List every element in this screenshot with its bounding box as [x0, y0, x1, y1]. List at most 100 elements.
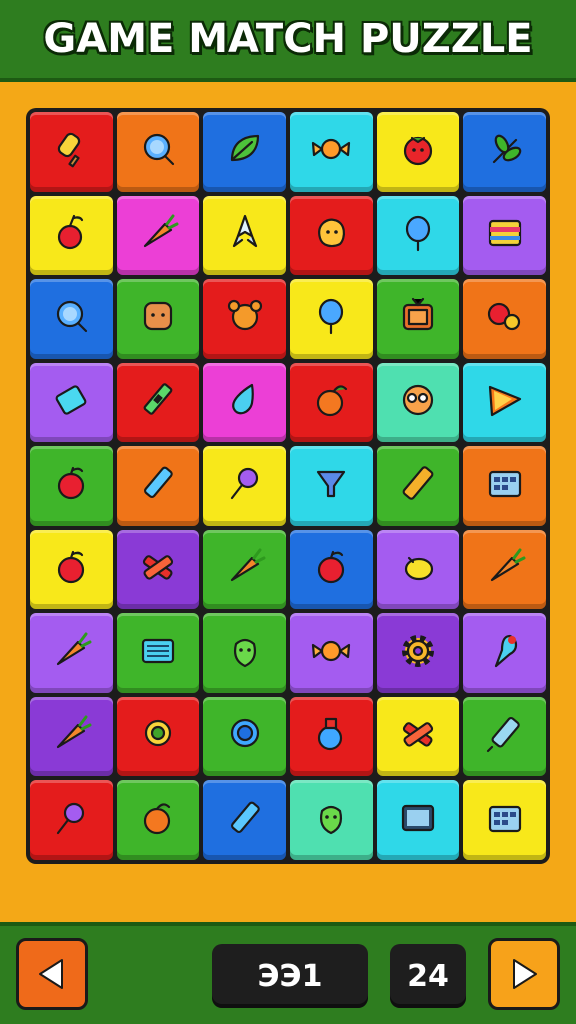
score-display: ЭЭ1 — [212, 944, 368, 1008]
tile-r5-c2[interactable] — [116, 446, 200, 526]
tile-r4-c4[interactable] — [289, 362, 373, 443]
keyboard-icon — [135, 628, 181, 679]
tile-r8-c4[interactable] — [289, 696, 373, 777]
tile-r9-c2[interactable] — [116, 780, 200, 860]
tile-r3-c5[interactable] — [376, 279, 460, 359]
tile-r4-c5[interactable] — [376, 362, 460, 443]
tile-r3-c6[interactable] — [463, 279, 546, 359]
tile-r1-c1[interactable] — [30, 112, 113, 192]
gear-icon — [395, 628, 441, 679]
lemon-icon — [395, 544, 441, 595]
wrapped-candy-icon — [308, 126, 354, 177]
tile-r6-c6[interactable] — [463, 529, 546, 610]
cross-icon — [395, 711, 441, 762]
tile-r3-c2[interactable] — [116, 279, 200, 359]
tile-r8-c5[interactable] — [376, 696, 460, 777]
carrot-icon — [48, 711, 94, 762]
tile-r8-c1[interactable] — [30, 696, 113, 777]
gem-icon — [48, 377, 94, 428]
tile-r2-c2[interactable] — [116, 195, 200, 276]
tile-r5-c4[interactable] — [289, 446, 373, 526]
cake-slice-icon — [482, 210, 528, 261]
tile-r7-c6[interactable] — [463, 613, 546, 693]
tile-r9-c1[interactable] — [30, 780, 113, 860]
tile-r4-c2[interactable] — [116, 362, 200, 443]
tile-r7-c1[interactable] — [30, 613, 113, 693]
tile-r1-c4[interactable] — [289, 112, 373, 192]
cross-icon — [135, 544, 181, 595]
tile-r6-c4[interactable] — [289, 529, 373, 610]
tile-r6-c1[interactable] — [30, 529, 113, 610]
magnifier-icon — [135, 126, 181, 177]
tile-r8-c3[interactable] — [203, 696, 286, 777]
tile-r7-c5[interactable] — [376, 613, 460, 693]
tile-r3-c4[interactable] — [289, 279, 373, 359]
tile-r1-c6[interactable] — [463, 112, 546, 192]
tile-r9-c5[interactable] — [376, 780, 460, 860]
tile-r4-c1[interactable] — [30, 362, 113, 443]
calendar-icon — [482, 460, 528, 511]
tile-r9-c3[interactable] — [203, 780, 286, 860]
tile-r5-c6[interactable] — [463, 446, 546, 526]
tile-r1-c5[interactable] — [376, 112, 460, 192]
tile-r2-c4[interactable] — [289, 195, 373, 276]
tile-r5-c1[interactable] — [30, 446, 113, 526]
tile-r6-c2[interactable] — [116, 529, 200, 610]
moves-counter: 24 — [390, 944, 466, 1008]
ice-pop-icon — [48, 126, 94, 177]
tile-r2-c6[interactable] — [463, 195, 546, 276]
tile-r8-c2[interactable] — [116, 696, 200, 777]
tile-r2-c5[interactable] — [376, 195, 460, 276]
syringe-icon — [482, 711, 528, 762]
carrot-icon — [48, 628, 94, 679]
tile-r8-c6[interactable] — [463, 696, 546, 777]
tile-r5-c5[interactable] — [376, 446, 460, 526]
tile-r4-c6[interactable] — [463, 362, 546, 443]
tile-r5-c3[interactable] — [203, 446, 286, 526]
bottom-bar: ЭЭ1 24 — [0, 922, 576, 1024]
arrow-right-icon — [513, 959, 537, 989]
previous-button[interactable] — [16, 938, 88, 1010]
ice-cream-icon — [482, 628, 528, 679]
pen-icon — [135, 377, 181, 428]
tile-r6-c3[interactable] — [203, 529, 286, 610]
tile-r1-c3[interactable] — [203, 112, 286, 192]
tile-r3-c1[interactable] — [30, 279, 113, 359]
tile-r7-c2[interactable] — [116, 613, 200, 693]
tile-r3-c3[interactable] — [203, 279, 286, 359]
bar-icon — [395, 460, 441, 511]
calendar-icon — [482, 795, 528, 846]
tile-r7-c3[interactable] — [203, 613, 286, 693]
apple-icon — [308, 544, 354, 595]
tile-r4-c3[interactable] — [203, 362, 286, 443]
orange-fruit-icon — [308, 377, 354, 428]
tile-r6-c5[interactable] — [376, 529, 460, 610]
pepper-face-icon — [222, 628, 268, 679]
screen-icon — [395, 795, 441, 846]
title-bar: GAME MATCH PUZZLE — [0, 0, 576, 82]
berries-icon — [482, 293, 528, 344]
next-button[interactable] — [488, 938, 560, 1010]
tile-r2-c3[interactable] — [203, 195, 286, 276]
pepper-face-icon — [308, 795, 354, 846]
lollipop-icon — [48, 795, 94, 846]
tv-icon — [395, 293, 441, 344]
tile-r7-c4[interactable] — [289, 613, 373, 693]
apple-icon — [48, 460, 94, 511]
pizza-icon — [482, 377, 528, 428]
tile-r1-c2[interactable] — [116, 112, 200, 192]
tile-r9-c6[interactable] — [463, 780, 546, 860]
magnifier-icon — [48, 293, 94, 344]
tile-r2-c1[interactable] — [30, 195, 113, 276]
balloon-icon — [395, 210, 441, 261]
wrapped-candy-icon — [308, 628, 354, 679]
ring-icon — [135, 711, 181, 762]
drop-icon — [222, 377, 268, 428]
carrot-icon — [482, 544, 528, 595]
toast-icon — [135, 293, 181, 344]
herb-icon — [482, 126, 528, 177]
bear-icon — [222, 293, 268, 344]
crayon-icon — [222, 795, 268, 846]
balloon-icon — [308, 293, 354, 344]
tile-r9-c4[interactable] — [289, 780, 373, 860]
